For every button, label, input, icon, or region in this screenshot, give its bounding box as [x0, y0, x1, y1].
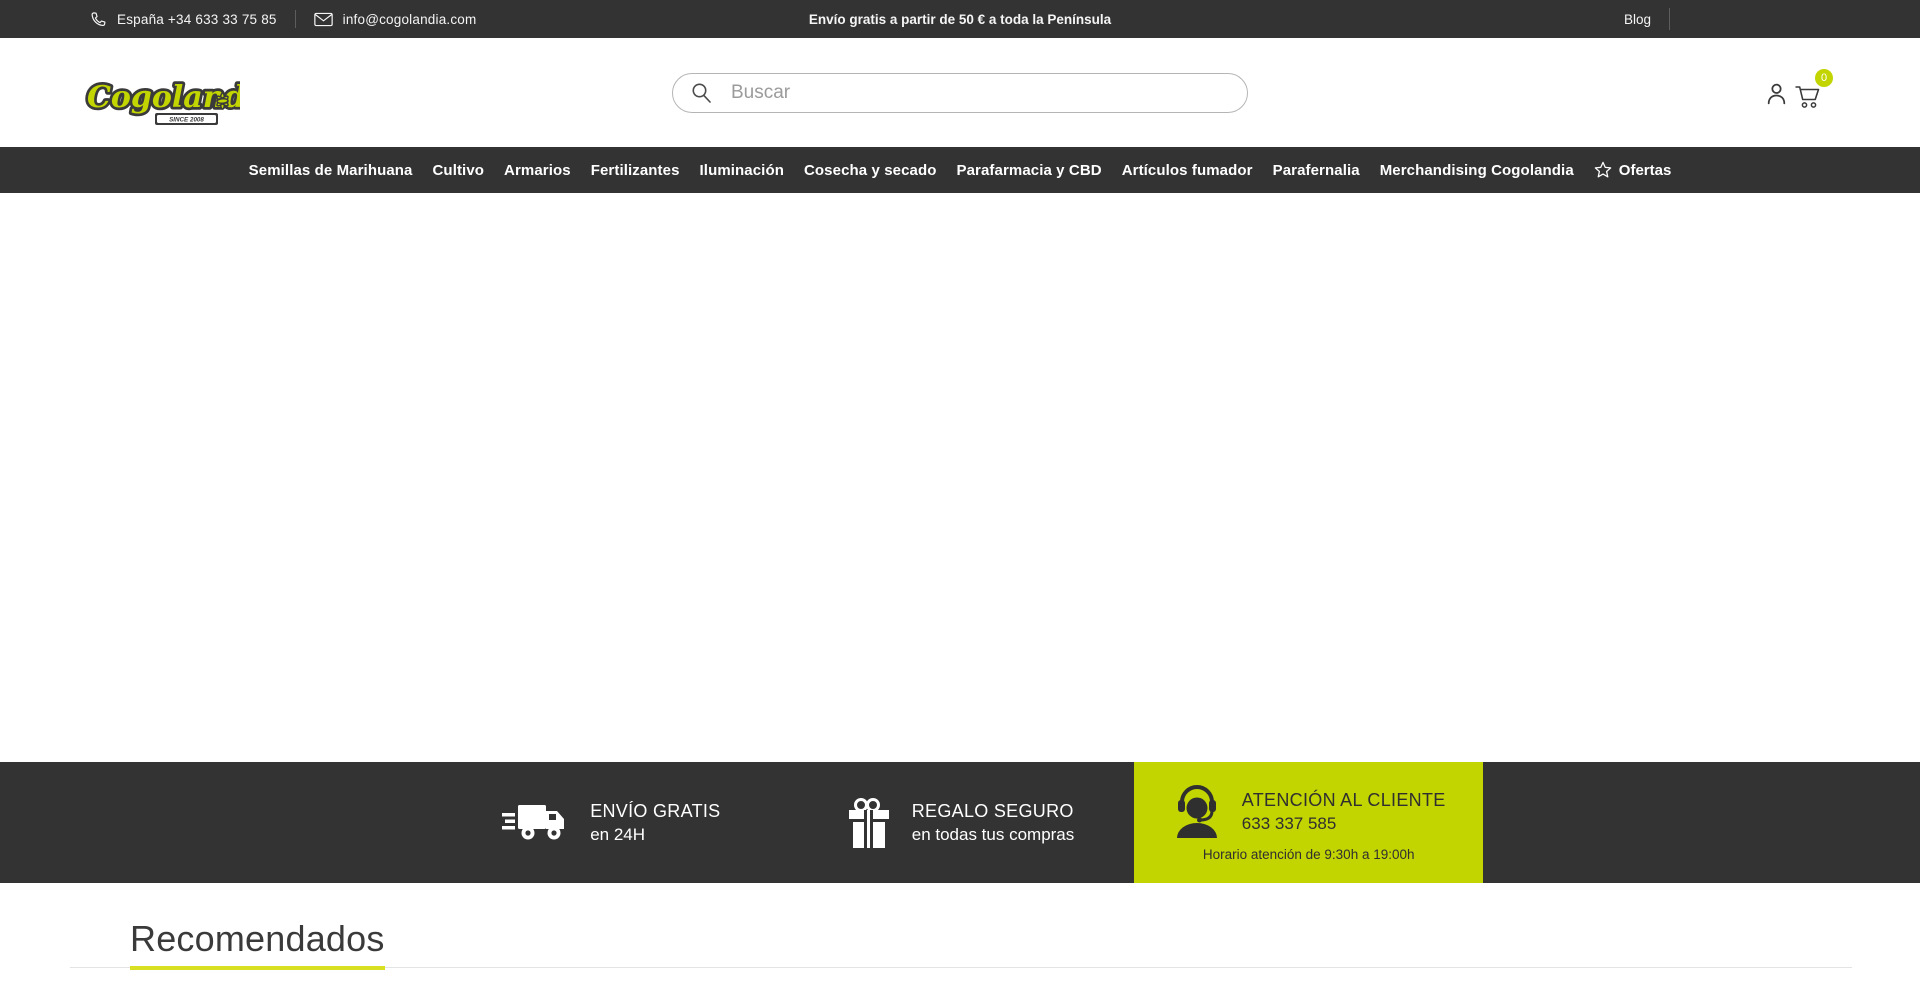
headset-icon	[1172, 784, 1222, 840]
nav-item-semillas[interactable]: Semillas de Marihuana	[239, 162, 423, 179]
nav-item-cosecha[interactable]: Cosecha y secado	[794, 162, 947, 179]
nav-item-merchandising[interactable]: Merchandising Cogolandia	[1370, 162, 1584, 179]
main-nav: Semillas de Marihuana Cultivo Armarios F…	[0, 147, 1920, 193]
header-actions: 0	[1764, 78, 1854, 128]
nav-item-ofertas-label: Ofertas	[1619, 162, 1672, 179]
phone-icon	[90, 11, 107, 28]
feature-title: REGALO SEGURO	[912, 801, 1075, 822]
recommended-section: Recomendados	[0, 883, 1920, 993]
nav-item-cultivo[interactable]: Cultivo	[423, 162, 495, 179]
feature-title: ENVÍO GRATIS	[590, 801, 720, 822]
feature-subtitle: en 24H	[590, 825, 720, 845]
truck-icon	[502, 800, 570, 846]
feature-title: ATENCIÓN AL CLIENTE	[1242, 790, 1446, 811]
nav-item-iluminacion[interactable]: Iluminación	[690, 162, 794, 179]
hero-slider-area	[0, 193, 1920, 762]
topbar-phone[interactable]: España +34 633 33 75 85	[117, 12, 277, 27]
feature-gift: REGALO SEGURO en todas tus compras	[786, 762, 1135, 883]
nav-item-armarios[interactable]: Armarios	[494, 162, 581, 179]
feature-free-shipping: ENVÍO GRATIS en 24H	[437, 762, 786, 883]
feature-note: Horario atención de 9:30h a 19:00h	[1203, 847, 1415, 862]
gift-icon	[846, 796, 892, 850]
topbar-contact-group: España +34 633 33 75 85 info@cogolandia.…	[0, 10, 476, 28]
topbar-divider	[295, 10, 296, 28]
logo-tagline-banner: SINCE 2008	[155, 113, 218, 125]
top-bar: España +34 633 33 75 85 info@cogolandia.…	[0, 0, 1920, 38]
feature-customer-service: ATENCIÓN AL CLIENTE 633 337 585 Horario …	[1134, 762, 1483, 883]
blog-link[interactable]: Blog	[1624, 12, 1651, 27]
account-icon[interactable]	[1764, 81, 1789, 111]
features-strip: ENVÍO GRATIS en 24H	[0, 762, 1920, 883]
feature-subtitle: en todas tus compras	[912, 825, 1075, 845]
topbar-email[interactable]: info@cogolandia.com	[343, 12, 477, 27]
recommended-title: Recomendados	[130, 921, 385, 970]
site-header: Cogolandia SINCE 2008	[0, 38, 1920, 147]
topbar-right-group: Blog	[1624, 8, 1670, 30]
search-icon[interactable]	[691, 82, 713, 104]
star-icon	[1594, 161, 1612, 179]
site-logo[interactable]: Cogolandia SINCE 2008	[84, 66, 240, 133]
logo-tagline: SINCE 2008	[169, 116, 204, 123]
nav-item-parafernalia[interactable]: Parafernalia	[1263, 162, 1370, 179]
search-bar[interactable]	[672, 73, 1248, 113]
cart-count-badge[interactable]: 0	[1815, 69, 1833, 87]
cannabis-leaf-icon	[216, 93, 230, 109]
email-icon	[314, 12, 333, 27]
nav-item-parafarmacia[interactable]: Parafarmacia y CBD	[946, 162, 1111, 179]
search-input[interactable]	[729, 81, 1229, 105]
nav-item-ofertas[interactable]: Ofertas	[1584, 161, 1682, 179]
feature-phone[interactable]: 633 337 585	[1242, 814, 1446, 834]
cart-icon[interactable]	[1794, 84, 1821, 114]
topbar-divider	[1669, 8, 1670, 30]
nav-item-articulos-fumador[interactable]: Artículos fumador	[1112, 162, 1263, 179]
nav-item-fertilizantes[interactable]: Fertilizantes	[581, 162, 690, 179]
